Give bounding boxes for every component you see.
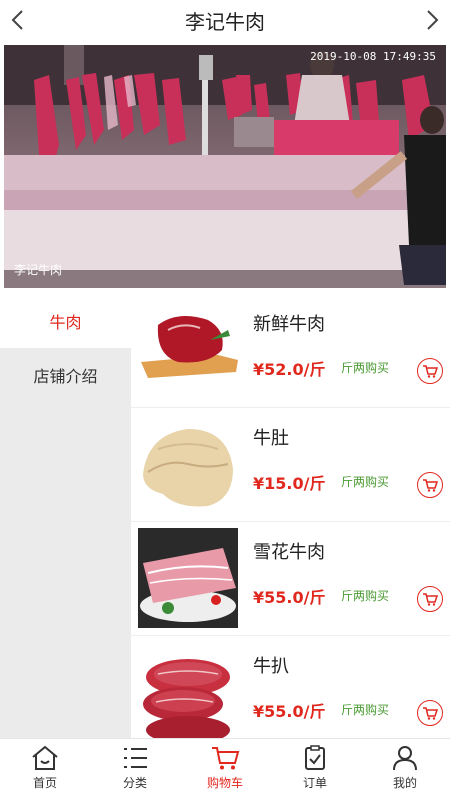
add-to-cart-button[interactable] bbox=[417, 358, 443, 384]
weight-purchase-link[interactable]: 斤两购买 bbox=[341, 701, 389, 718]
product-name: 雪花牛肉 bbox=[253, 542, 325, 563]
bottom-tab-bar: 首页 分类 购物车 订单 我的 bbox=[0, 738, 450, 801]
sidebar-item-label: 牛肉 bbox=[49, 313, 82, 332]
user-icon bbox=[393, 746, 417, 771]
butcher-stall-photo bbox=[4, 45, 446, 288]
product-price: ¥52.0/斤 bbox=[253, 360, 326, 379]
chevron-left-icon bbox=[11, 10, 23, 30]
product-image bbox=[138, 300, 238, 400]
add-to-cart-button[interactable] bbox=[417, 472, 443, 498]
camera-timestamp: 2019-10-08 17:49:35 bbox=[310, 50, 436, 63]
list-icon bbox=[124, 748, 147, 768]
product-item[interactable]: 牛扒 ¥55.0/斤 斤两购买 bbox=[131, 636, 450, 738]
product-price: ¥15.0/斤 bbox=[253, 474, 326, 493]
product-name: 牛扒 bbox=[253, 656, 289, 677]
cart-icon bbox=[423, 365, 438, 378]
shop-camera-banner[interactable]: 2019-10-08 17:49:35 李记牛肉 bbox=[4, 45, 446, 288]
header-bar: 李记牛肉 bbox=[0, 0, 450, 40]
order-icon bbox=[305, 745, 325, 770]
forward-button[interactable] bbox=[418, 4, 448, 36]
weight-purchase-link[interactable]: 斤两购买 bbox=[341, 473, 389, 490]
chevron-right-icon bbox=[427, 10, 439, 30]
back-button[interactable] bbox=[2, 4, 32, 36]
tab-profile[interactable]: 我的 bbox=[360, 739, 450, 801]
product-list: 新鲜牛肉 ¥52.0/斤 斤两购买 牛肚 ¥15.0/斤 斤两购买 雪花牛肉 ¥… bbox=[131, 294, 450, 738]
product-name: 牛肚 bbox=[253, 428, 289, 449]
product-name: 新鲜牛肉 bbox=[253, 314, 325, 335]
home-icon bbox=[32, 745, 58, 770]
product-item[interactable]: 新鲜牛肉 ¥52.0/斤 斤两购买 bbox=[131, 294, 450, 408]
product-image bbox=[138, 414, 238, 514]
product-image bbox=[138, 528, 238, 628]
product-price: ¥55.0/斤 bbox=[253, 702, 326, 721]
tab-home[interactable]: 首页 bbox=[0, 739, 90, 801]
tab-label: 订单 bbox=[302, 776, 327, 790]
product-image bbox=[138, 642, 238, 738]
product-price: ¥55.0/斤 bbox=[253, 588, 326, 607]
cart-icon bbox=[423, 593, 438, 606]
product-item[interactable]: 雪花牛肉 ¥55.0/斤 斤两购买 bbox=[131, 522, 450, 636]
weight-purchase-link[interactable]: 斤两购买 bbox=[341, 359, 389, 376]
page-title: 李记牛肉 bbox=[185, 9, 265, 34]
product-item[interactable]: 牛肚 ¥15.0/斤 斤两购买 bbox=[131, 408, 450, 522]
camera-watermark: 李记牛肉 bbox=[14, 263, 63, 277]
sidebar-item-beef[interactable]: 牛肉 bbox=[0, 294, 131, 348]
sidebar-item-shop-intro[interactable]: 店铺介绍 bbox=[0, 348, 131, 402]
sidebar-item-label: 店铺介绍 bbox=[33, 367, 98, 386]
add-to-cart-button[interactable] bbox=[417, 700, 443, 726]
category-sidebar: 牛肉 店铺介绍 bbox=[0, 294, 131, 738]
tab-label: 购物车 bbox=[206, 776, 243, 790]
weight-purchase-link[interactable]: 斤两购买 bbox=[341, 587, 389, 604]
tab-label: 分类 bbox=[122, 776, 147, 790]
tab-orders[interactable]: 订单 bbox=[270, 739, 360, 801]
cart-icon bbox=[423, 479, 438, 492]
tab-label: 我的 bbox=[392, 776, 417, 790]
tab-cart[interactable]: 购物车 bbox=[180, 739, 270, 801]
add-to-cart-button[interactable] bbox=[417, 586, 443, 612]
tab-label: 首页 bbox=[32, 776, 57, 790]
cart-icon bbox=[212, 747, 240, 770]
tab-category[interactable]: 分类 bbox=[90, 739, 180, 801]
cart-icon bbox=[423, 707, 438, 720]
